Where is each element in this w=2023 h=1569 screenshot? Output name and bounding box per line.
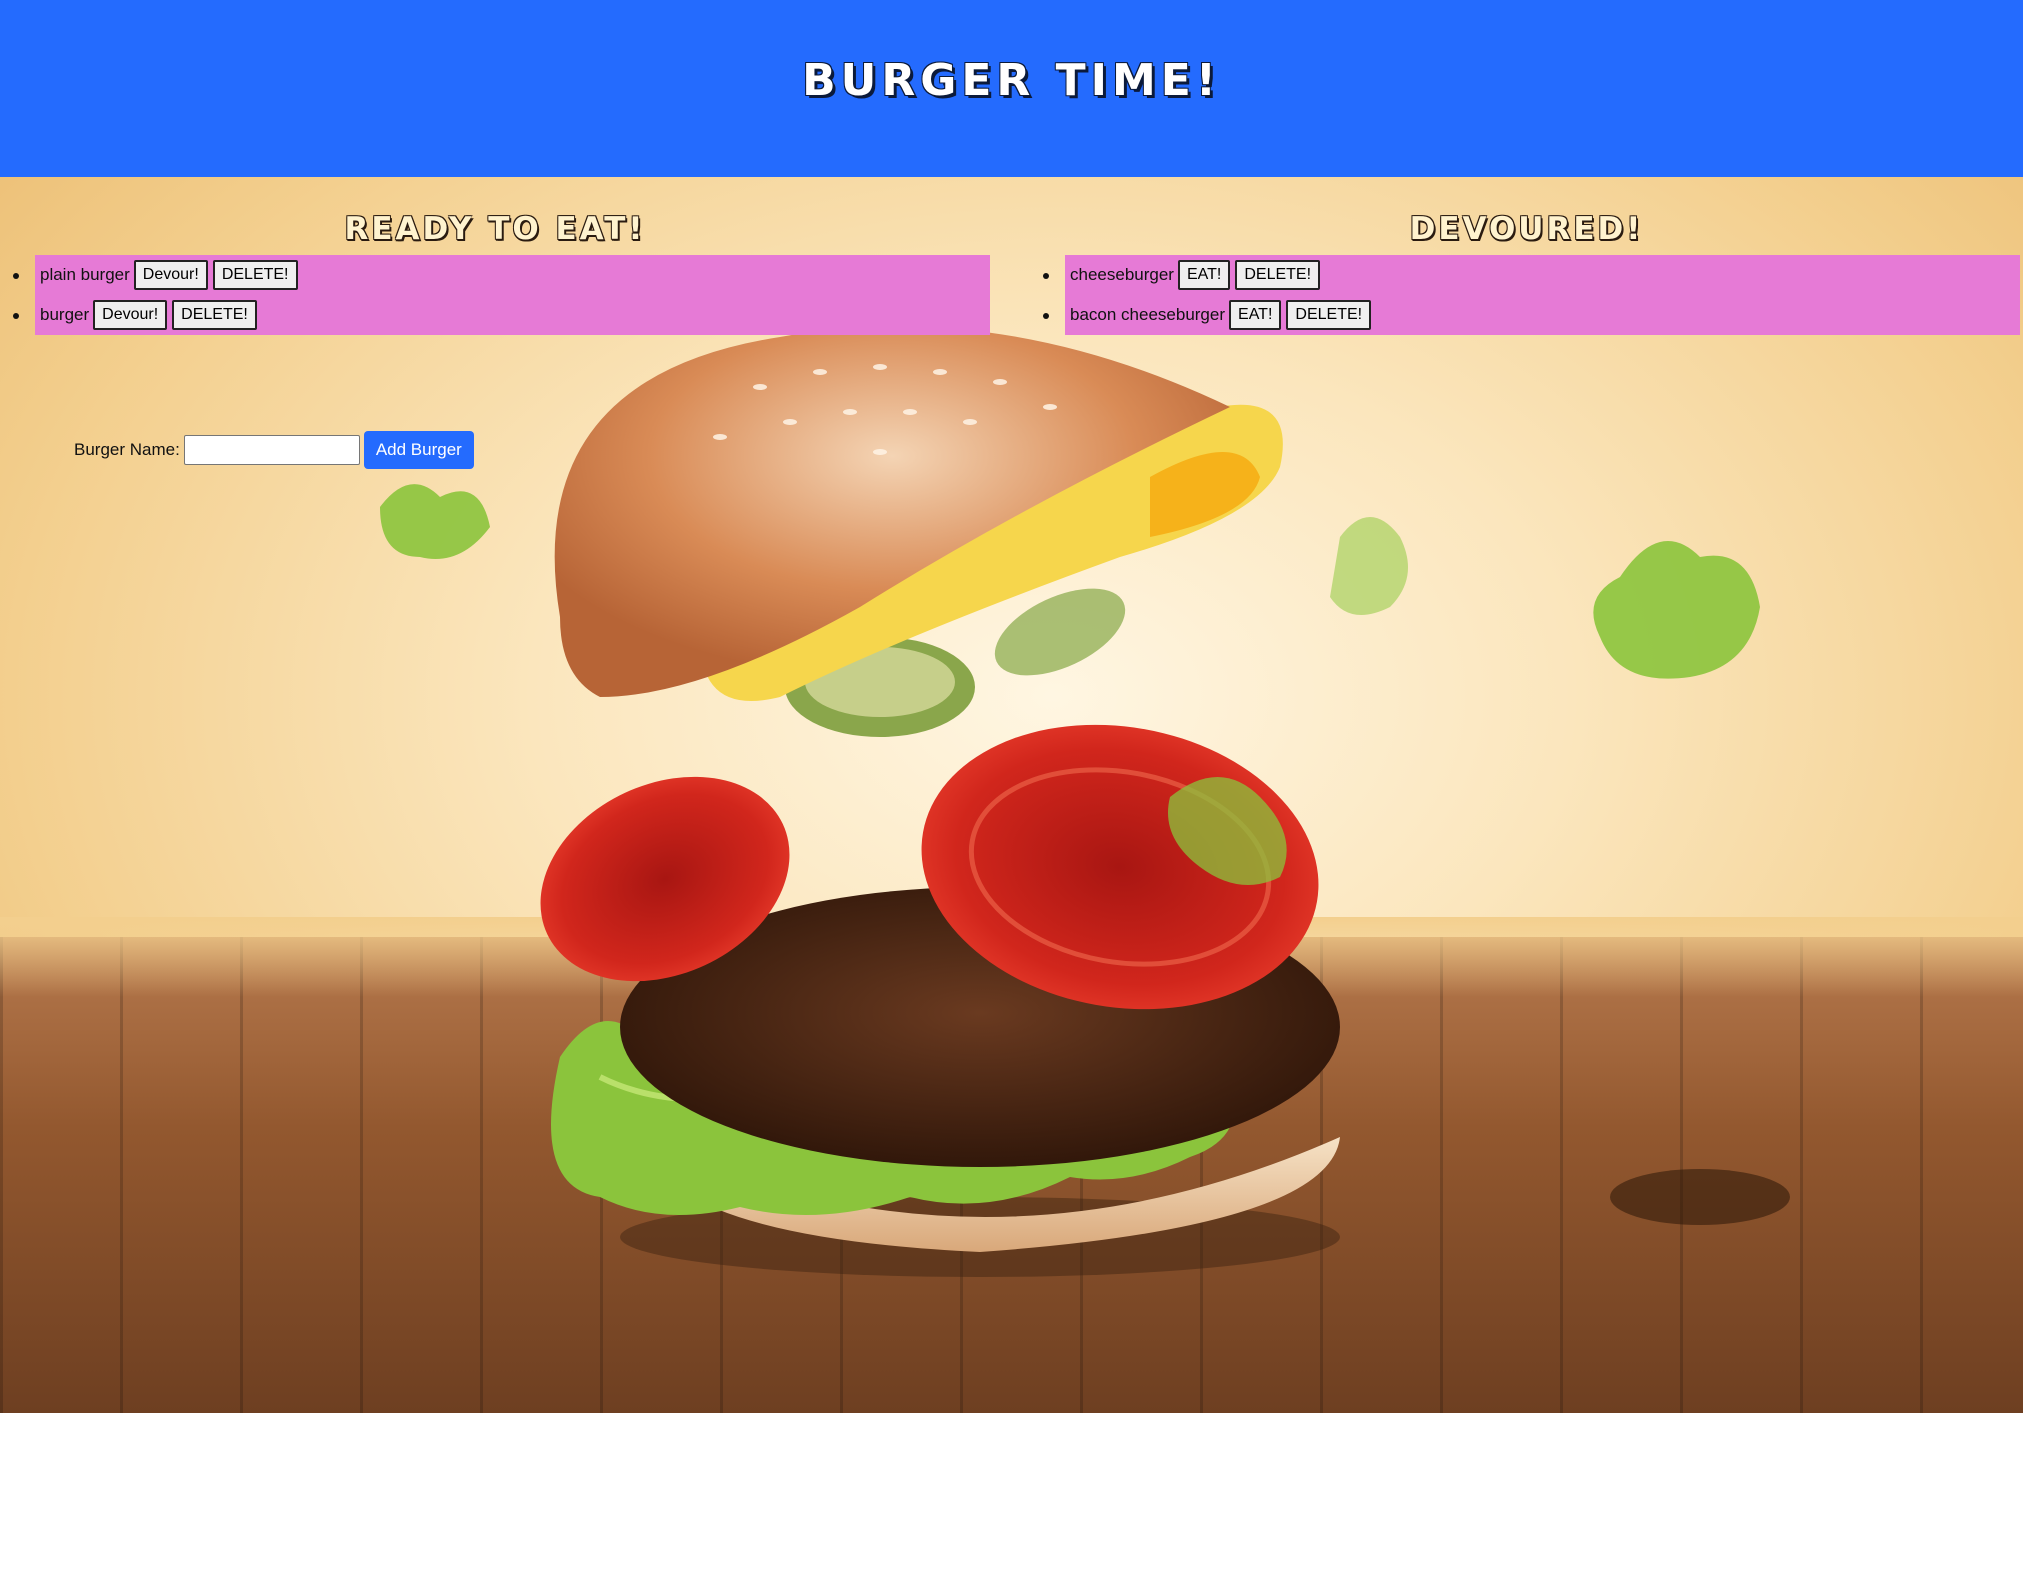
burger-name: cheeseburger xyxy=(1070,265,1174,284)
burger-background-image xyxy=(0,177,2023,1413)
eat-button[interactable]: EAT! xyxy=(1229,300,1282,330)
devoured-heading: DEVOURED! xyxy=(1409,211,1644,247)
ready-to-eat-heading: READY TO EAT! xyxy=(344,211,646,247)
delete-button[interactable]: DELETE! xyxy=(212,260,298,290)
add-burger-form: Burger Name: Add Burger xyxy=(74,431,474,469)
list-item: burger Devour! DELETE! xyxy=(13,295,990,335)
site-header: BURGER TIME! xyxy=(0,0,2023,177)
burger-name-label: Burger Name: xyxy=(74,440,180,459)
burger-name: plain burger xyxy=(40,265,130,284)
list-item: bacon cheeseburger EAT! DELETE! xyxy=(1043,295,2020,335)
site-title: BURGER TIME! xyxy=(802,55,1221,106)
burger-illustration xyxy=(380,326,1790,1277)
devour-button[interactable]: Devour! xyxy=(133,260,208,290)
page: BURGER TIME! READY TO EAT! DEVOURED! pla… xyxy=(0,0,2023,1569)
burger-name: bacon cheeseburger xyxy=(1070,305,1226,324)
eat-button[interactable]: EAT! xyxy=(1177,260,1231,290)
delete-button[interactable]: DELETE! xyxy=(172,300,257,330)
burger-name-input[interactable] xyxy=(183,435,360,465)
devoured-list: cheeseburger EAT! DELETE! bacon cheesebu… xyxy=(1043,255,2020,335)
burger-name: burger xyxy=(40,305,90,324)
add-burger-button[interactable]: Add Burger xyxy=(363,431,474,469)
delete-button[interactable]: DELETE! xyxy=(1286,300,1372,330)
list-item: plain burger Devour! DELETE! xyxy=(13,255,990,295)
devour-button[interactable]: Devour! xyxy=(93,300,168,330)
ready-to-eat-list: plain burger Devour! DELETE! burger Devo… xyxy=(13,255,990,335)
delete-button[interactable]: DELETE! xyxy=(1235,260,1321,290)
list-item: cheeseburger EAT! DELETE! xyxy=(1043,255,2020,295)
